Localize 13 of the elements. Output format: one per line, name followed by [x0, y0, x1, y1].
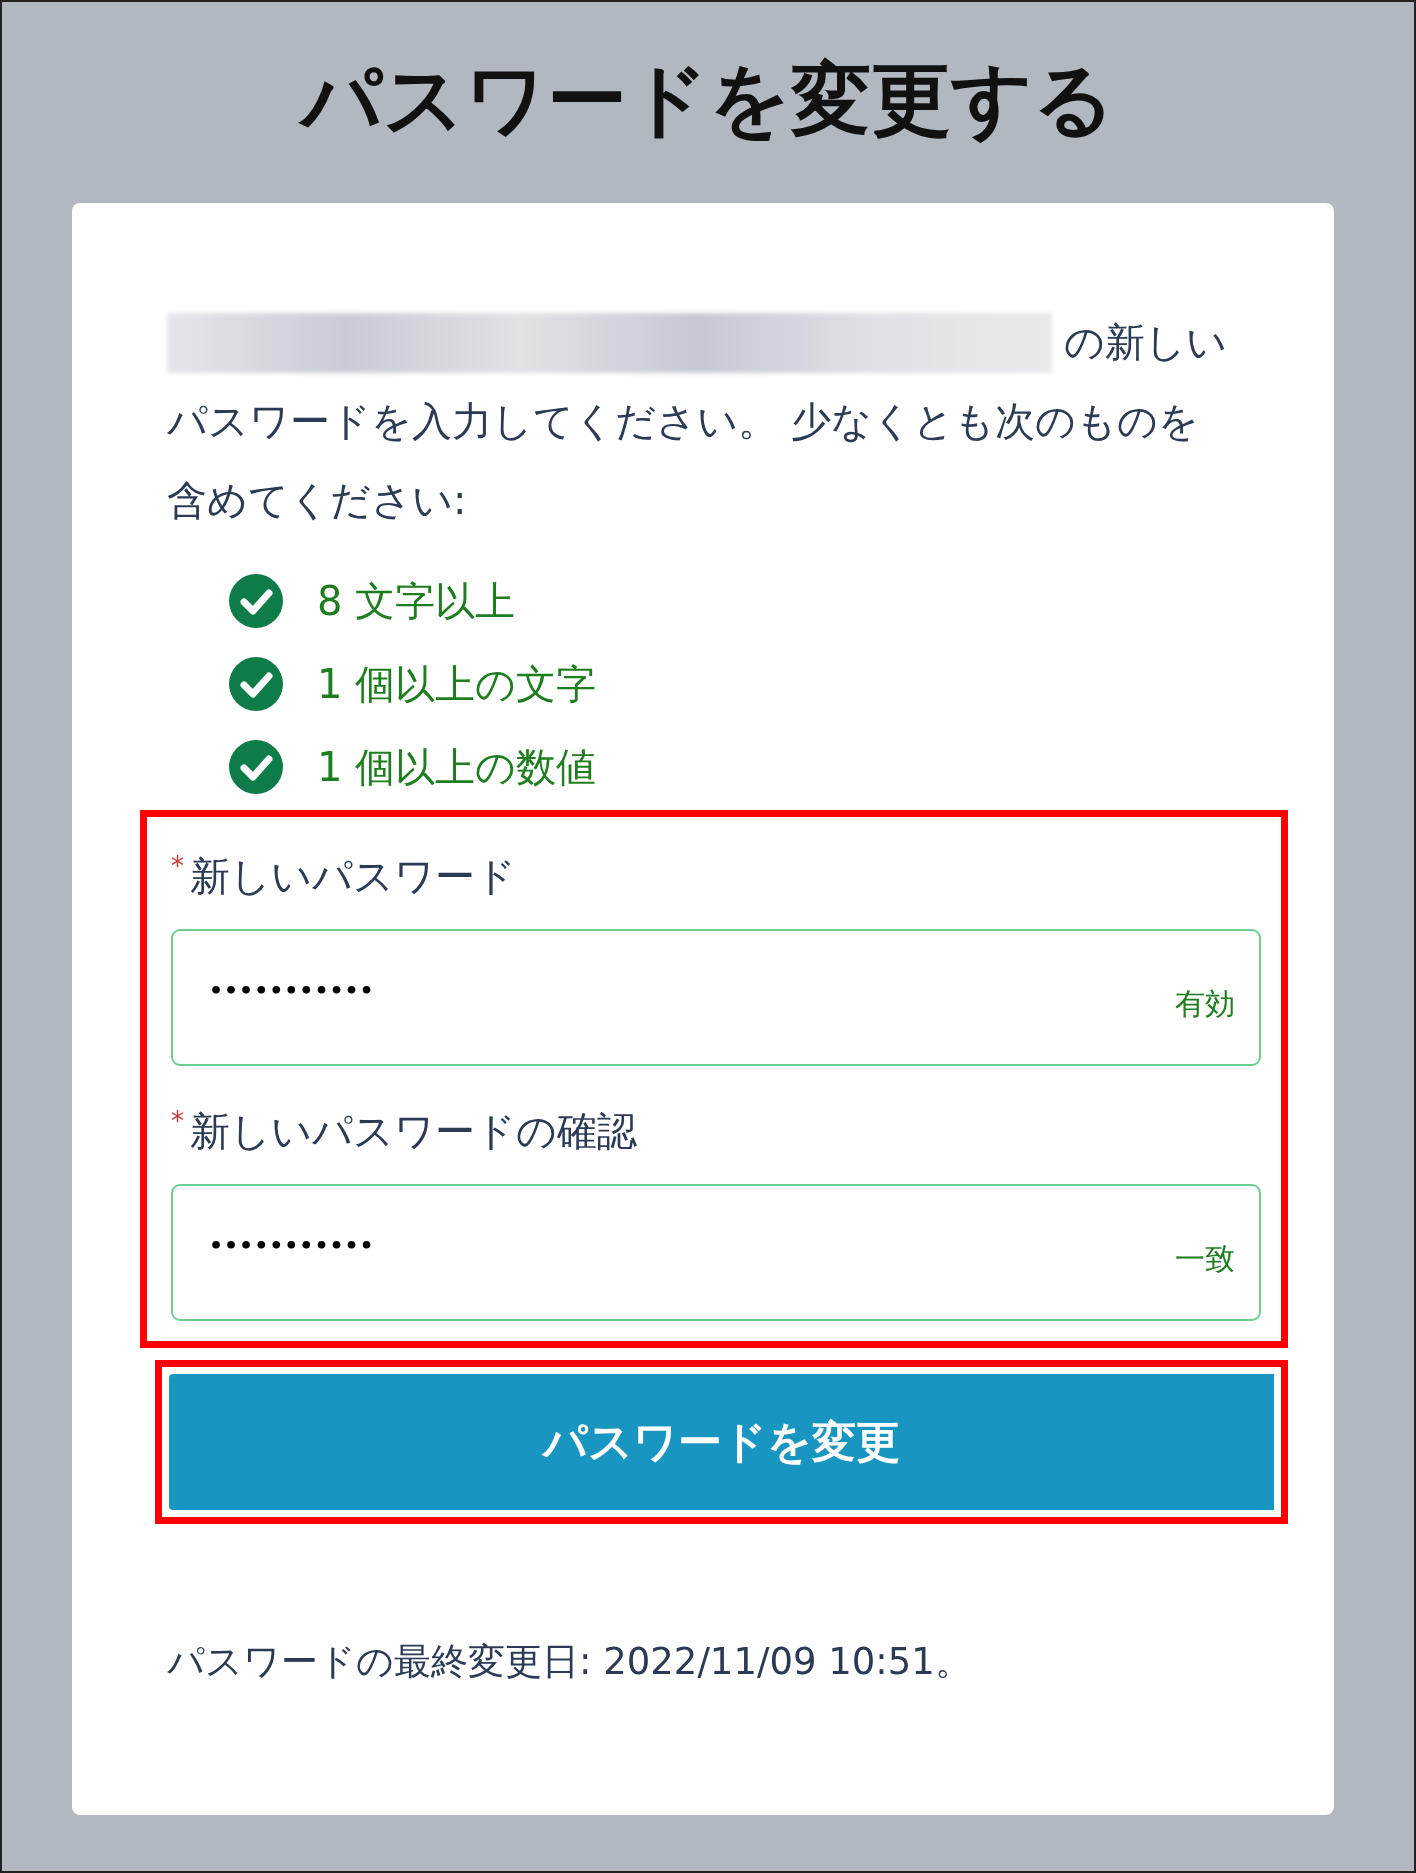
- requirement-text: 8 文字以上: [317, 577, 516, 626]
- intro-text: パスワードを入力してください。 少なくとも次のものを含めてください:: [167, 397, 1200, 525]
- field-label: 新しいパスワードの確認: [190, 1107, 637, 1156]
- last-changed-text: パスワードの最終変更日: 2022/11/09 10:51。: [167, 1639, 973, 1685]
- requirement-text: 1 個以上の数値: [317, 743, 597, 792]
- page-title: パスワードを変更する: [2, 52, 1414, 148]
- required-mark: *: [171, 1106, 184, 1136]
- password-field[interactable]: ••••••••••• 一致: [171, 1184, 1261, 1321]
- password-field[interactable]: ••••••••••• 有効: [171, 929, 1261, 1066]
- field-label: 新しいパスワード: [190, 852, 516, 901]
- requirement-text: 1 個以上の文字: [317, 660, 597, 709]
- intro-text: の新しい: [1064, 318, 1227, 367]
- required-mark: *: [171, 851, 184, 881]
